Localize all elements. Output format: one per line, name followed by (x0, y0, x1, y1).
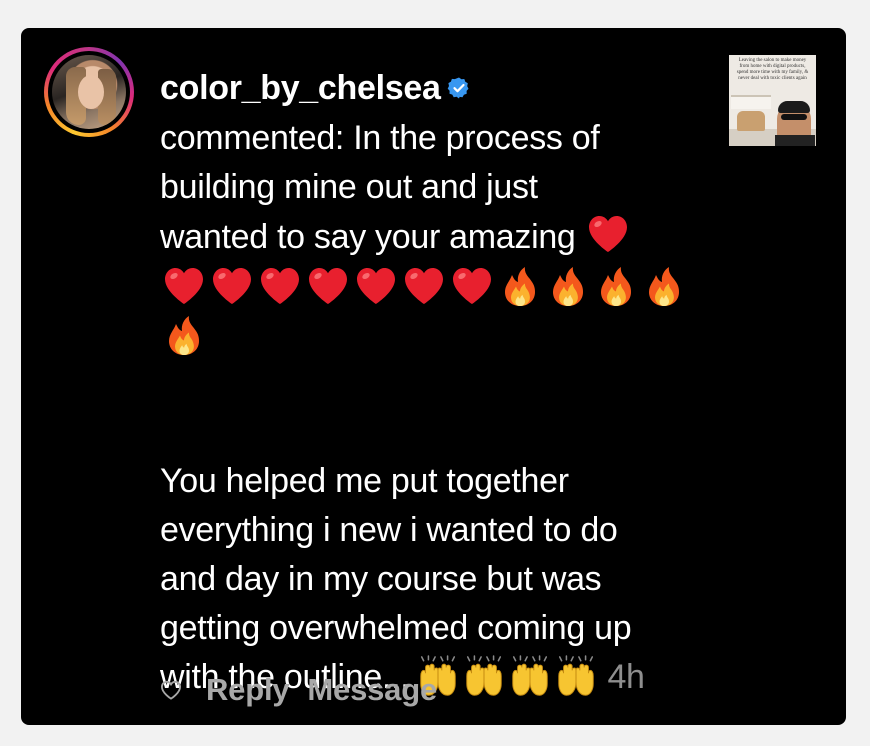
red-heart-icon (453, 267, 491, 304)
username[interactable]: color_by_chelsea (160, 69, 441, 108)
fire-icon (553, 266, 583, 306)
red-heart-icon (588, 216, 627, 252)
comment-line: everything i new i wanted to do (160, 511, 618, 549)
emoji-row (160, 310, 720, 359)
comment-text: commented: In the process of building mi… (160, 114, 720, 702)
avatar[interactable] (44, 47, 134, 137)
red-heart-icon (213, 267, 251, 304)
comment-line: and day in my course but was (160, 560, 602, 598)
username-row: color_by_chelsea (160, 66, 471, 110)
red-heart-icon (261, 267, 299, 304)
fire-icon (601, 266, 631, 306)
thumbnail-caption: Leaving the salon to make money from hom… (736, 58, 809, 81)
comment-line: commented: In the process of (160, 119, 600, 157)
post-thumbnail[interactable]: Leaving the salon to make money from hom… (729, 55, 816, 146)
raising-hands-icon (466, 654, 503, 696)
comment-line-with-emoji: wanted to say your amazing (160, 212, 720, 261)
message-button[interactable]: Message (307, 672, 437, 708)
comment-notification-card: color_by_chelsea commented: In the proce… (21, 28, 846, 725)
red-heart-icon (405, 267, 443, 304)
timestamp: 4h (607, 658, 645, 696)
red-heart-icon (165, 267, 203, 304)
comment-actions: Reply Message (160, 668, 455, 712)
reply-button[interactable]: Reply (206, 672, 290, 708)
verified-badge-icon (447, 77, 469, 99)
raising-hands-icon (512, 654, 549, 696)
comment-line: You helped me put together (160, 462, 569, 500)
red-heart-icon (357, 267, 395, 304)
heart-outline-icon[interactable] (160, 680, 182, 700)
profile-photo (52, 55, 126, 129)
emoji-row (160, 261, 720, 310)
comment-line: building mine out and just (160, 168, 538, 206)
raising-hands-icon (558, 654, 595, 696)
comment-line: getting overwhelmed coming up (160, 609, 632, 647)
fire-icon (649, 266, 679, 306)
fire-icon (505, 266, 535, 306)
fire-icon (169, 315, 199, 355)
red-heart-icon (309, 267, 347, 304)
